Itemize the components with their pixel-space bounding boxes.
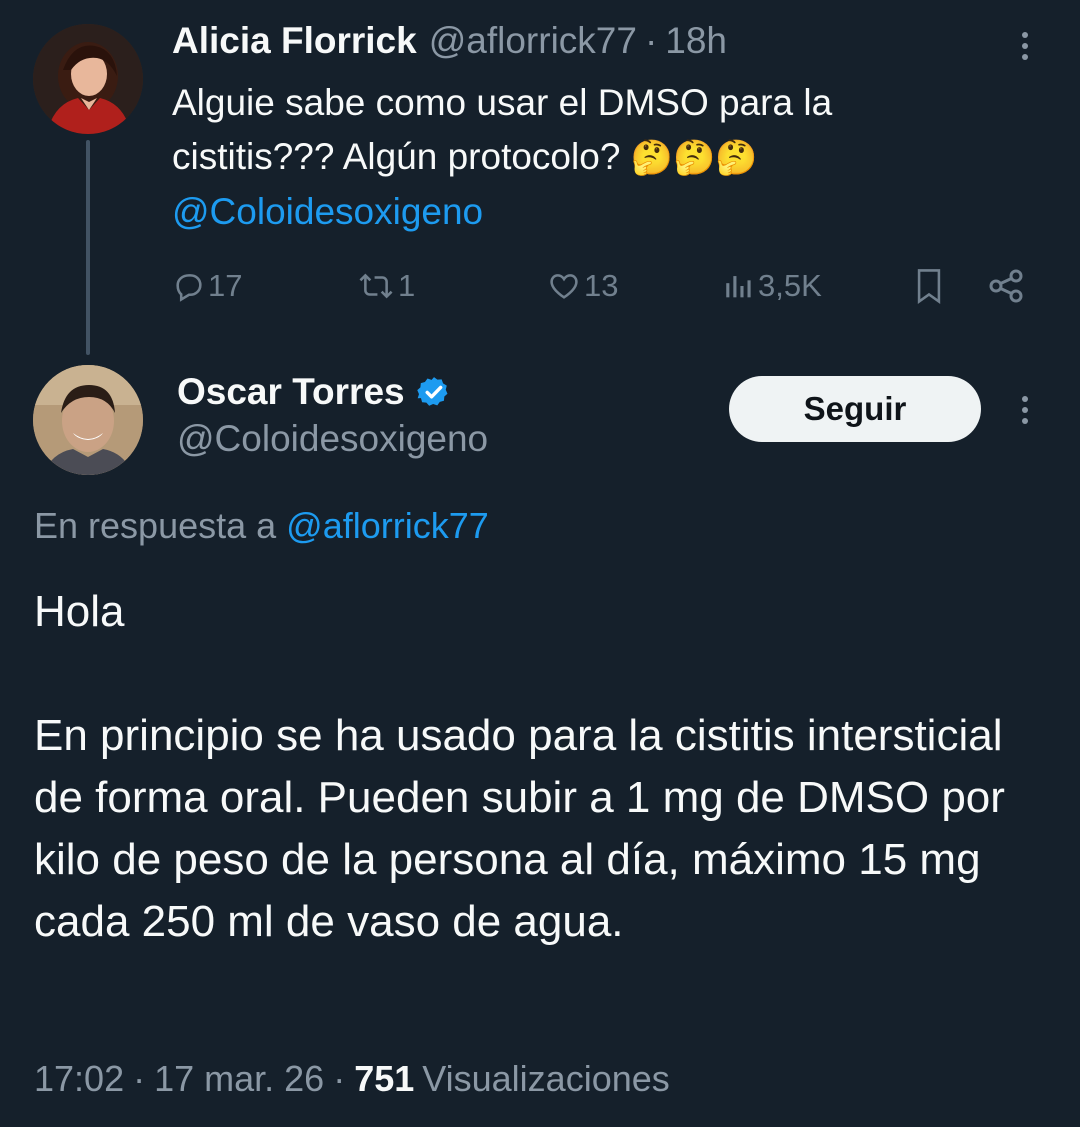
retweet-button[interactable]: 1 bbox=[356, 258, 415, 314]
reply-to-mention-link[interactable]: @aflorrick77 bbox=[286, 505, 489, 546]
reply-paragraph-1: Hola bbox=[34, 587, 125, 636]
parent-mention-link[interactable]: @Coloidesoxigeno bbox=[172, 185, 1032, 239]
reply-more-icon[interactable] bbox=[1013, 388, 1037, 432]
reply-author-handle[interactable]: @Coloidesoxigeno bbox=[177, 418, 488, 460]
parent-author-name[interactable]: Alicia Florrick bbox=[172, 20, 417, 62]
separator-dot: · bbox=[133, 1058, 146, 1099]
parent-action-bar: 17 1 13 3,5K bbox=[172, 258, 1032, 314]
avatar-oscar[interactable] bbox=[33, 365, 143, 475]
reply-tweet-text: Hola En principio se ha usado para la ci… bbox=[34, 581, 1054, 953]
reply-views-count: 751 bbox=[354, 1058, 415, 1099]
retweet-icon bbox=[359, 273, 393, 299]
follow-button[interactable]: Seguir bbox=[729, 376, 981, 442]
reply-tweet-meta: 17:02 · 17 mar. 26 · 751 Visualizaciones bbox=[34, 1058, 670, 1106]
reply-icon bbox=[176, 274, 202, 302]
reply-to-prefix: En respuesta a bbox=[34, 505, 277, 546]
parent-tweet-header: Alicia Florrick @aflorrick77 · 18h bbox=[172, 20, 727, 64]
thinking-face-emoji: 🤔🤔🤔 bbox=[630, 138, 758, 178]
views-count: 3,5K bbox=[758, 268, 822, 303]
parent-more-icon[interactable] bbox=[1013, 24, 1037, 68]
bookmark-button[interactable] bbox=[912, 258, 946, 314]
like-icon bbox=[550, 274, 578, 299]
reply-views-label[interactable]: Visualizaciones bbox=[422, 1058, 669, 1100]
reply-button[interactable]: 17 bbox=[172, 258, 242, 314]
parent-author-handle[interactable]: @aflorrick77 bbox=[429, 20, 637, 62]
views-button[interactable]: 3,5K bbox=[722, 258, 822, 314]
share-button[interactable] bbox=[986, 258, 1026, 314]
separator-dot: · bbox=[333, 1058, 346, 1099]
parent-text-line-1: Alguie sabe como usar el DMSO para la bbox=[172, 82, 833, 123]
parent-tweet-time[interactable]: 18h bbox=[665, 20, 727, 62]
avatar-alicia[interactable] bbox=[33, 24, 143, 134]
like-button[interactable]: 13 bbox=[546, 258, 618, 314]
reply-time[interactable]: 17:02 bbox=[34, 1058, 124, 1100]
reply-author-name-row: Oscar Torres bbox=[177, 368, 451, 416]
parent-tweet-text: Alguie sabe como usar el DMSO para la ci… bbox=[172, 76, 1032, 239]
bookmark-icon bbox=[917, 269, 941, 305]
reply-date[interactable]: 17 mar. 26 bbox=[154, 1058, 324, 1100]
retweet-count: 1 bbox=[398, 268, 416, 303]
views-icon bbox=[726, 276, 751, 298]
in-reply-to-line: En respuesta a @aflorrick77 bbox=[34, 505, 489, 547]
thread-connector-line bbox=[86, 140, 90, 355]
verified-badge-icon[interactable] bbox=[416, 375, 451, 409]
reply-count: 17 bbox=[208, 268, 243, 303]
reply-author-name[interactable]: Oscar Torres bbox=[177, 371, 405, 413]
parent-text-line-2: cistitis??? Algún protocolo? bbox=[172, 136, 621, 177]
reply-paragraph-2: En principio se ha usado para la cistiti… bbox=[34, 711, 1005, 946]
like-count: 13 bbox=[584, 268, 619, 303]
tweet-detail-page: Alicia Florrick @aflorrick77 · 18h Algui… bbox=[0, 0, 1080, 1127]
separator-dot: · bbox=[644, 20, 658, 61]
share-icon bbox=[989, 269, 1023, 303]
